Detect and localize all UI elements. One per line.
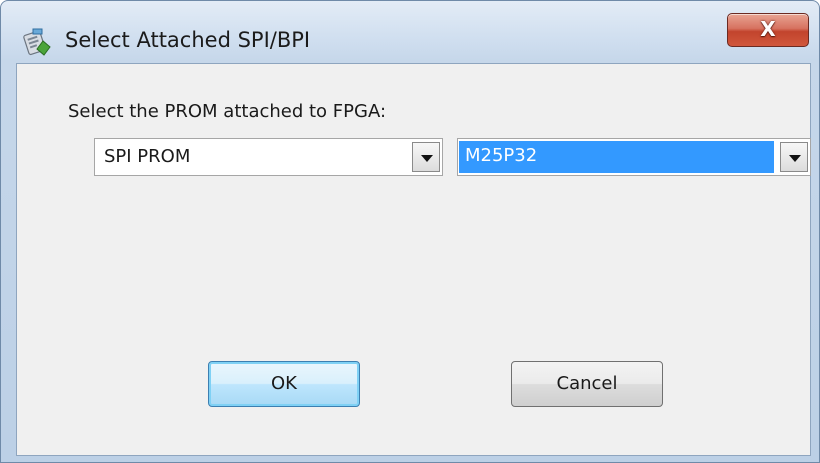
app-device-icon	[23, 27, 53, 57]
chevron-down-icon	[789, 155, 801, 162]
dialog-body: Select the PROM attached to FPGA: SPI PR…	[16, 63, 811, 456]
prom-prompt-label: Select the PROM attached to FPGA:	[68, 101, 387, 122]
prom-device-dropdown-button[interactable]	[780, 142, 808, 172]
window-title: Select Attached SPI/BPI	[65, 28, 311, 52]
prom-device-select[interactable]: M25P32	[457, 138, 811, 176]
ok-button[interactable]: OK	[208, 361, 360, 407]
prom-type-select[interactable]: SPI PROM	[94, 138, 443, 176]
prom-type-dropdown-button[interactable]	[412, 142, 440, 172]
close-button[interactable]: X	[727, 13, 809, 47]
prom-device-value: M25P32	[459, 141, 774, 173]
prom-type-value: SPI PROM	[104, 146, 191, 167]
title-bar[interactable]: Select Attached SPI/BPI X	[1, 1, 819, 63]
dialog-window: Select Attached SPI/BPI X Select the PRO…	[0, 0, 820, 463]
chevron-down-icon	[421, 155, 433, 162]
cancel-button[interactable]: Cancel	[511, 361, 663, 407]
close-icon: X	[760, 17, 776, 41]
